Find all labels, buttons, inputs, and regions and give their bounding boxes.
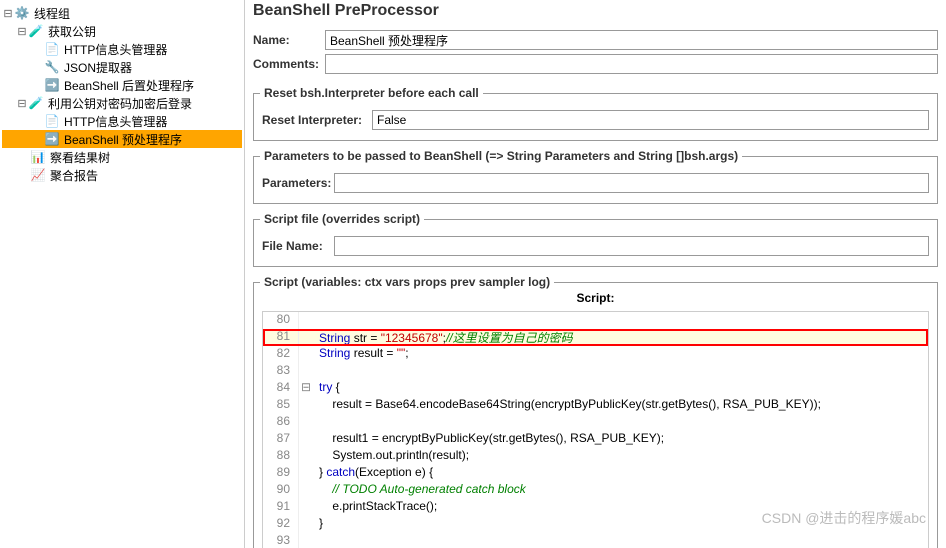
name-label: Name: bbox=[253, 33, 325, 47]
tree-item[interactable]: 📄 HTTP信息头管理器 bbox=[2, 112, 242, 130]
reset-legend: Reset bsh.Interpreter before each call bbox=[260, 86, 483, 100]
results-icon: 📊 bbox=[30, 149, 46, 165]
code-line[interactable]: 88 System.out.println(result); bbox=[263, 448, 928, 465]
processor-icon: ➡️ bbox=[44, 77, 60, 93]
params-input[interactable] bbox=[334, 173, 929, 193]
processor-icon: ➡️ bbox=[44, 131, 60, 147]
code-editor[interactable]: 8081String str = "12345678";//这里设置为自己的密码… bbox=[262, 311, 929, 548]
code-line[interactable]: 92} bbox=[263, 516, 928, 533]
tree-item[interactable]: 📊 察看结果树 bbox=[2, 148, 242, 166]
tree-item[interactable]: 📄 HTTP信息头管理器 bbox=[2, 40, 242, 58]
tree-item[interactable]: ⊟ 🧪 利用公钥对密码加密后登录 bbox=[2, 94, 242, 112]
tree-label: HTTP信息头管理器 bbox=[64, 41, 167, 58]
script-legend: Script (variables: ctx vars props prev s… bbox=[260, 275, 554, 289]
code-line[interactable]: 91 e.printStackTrace(); bbox=[263, 499, 928, 516]
http-icon: 🧪 bbox=[28, 23, 44, 39]
tree-label: BeanShell 预处理程序 bbox=[64, 131, 182, 148]
code-line[interactable]: 82String result = ""; bbox=[263, 346, 928, 363]
tree-label: BeanShell 后置处理程序 bbox=[64, 77, 194, 94]
name-input[interactable] bbox=[325, 30, 938, 50]
config-icon: 📄 bbox=[44, 41, 60, 57]
tree-label: 获取公钥 bbox=[48, 23, 96, 40]
tree-item[interactable]: 📈 聚合报告 bbox=[2, 166, 242, 184]
tree-label: 利用公钥对密码加密后登录 bbox=[48, 95, 192, 112]
form-section: Name: Comments: bbox=[245, 22, 946, 82]
reset-input[interactable] bbox=[372, 110, 929, 130]
code-line[interactable]: 87 result1 = encryptByPublicKey(str.getB… bbox=[263, 431, 928, 448]
params-fieldset: Parameters to be passed to BeanShell (=>… bbox=[253, 149, 938, 204]
toggle-icon[interactable]: ⊟ bbox=[16, 25, 28, 38]
tree-item[interactable]: ➡️ BeanShell 后置处理程序 bbox=[2, 76, 242, 94]
tree-root[interactable]: ⊟ ⚙️ 线程组 bbox=[2, 4, 242, 22]
tree-label: 察看结果树 bbox=[50, 149, 110, 166]
comments-label: Comments: bbox=[253, 57, 325, 71]
scriptfile-legend: Script file (overrides script) bbox=[260, 212, 424, 226]
params-label: Parameters: bbox=[262, 176, 334, 190]
reset-fieldset: Reset bsh.Interpreter before each call R… bbox=[253, 86, 938, 141]
report-icon: 📈 bbox=[30, 167, 46, 183]
tree-label: HTTP信息头管理器 bbox=[64, 113, 167, 130]
code-line[interactable]: 89} catch(Exception e) { bbox=[263, 465, 928, 482]
scriptfile-fieldset: Script file (overrides script) File Name… bbox=[253, 212, 938, 267]
code-line[interactable]: 93 bbox=[263, 533, 928, 548]
page-title: BeanShell PreProcessor bbox=[245, 0, 946, 22]
tree-label: JSON提取器 bbox=[64, 59, 132, 76]
script-label: Script: bbox=[254, 289, 937, 307]
tree-label: 聚合报告 bbox=[50, 167, 98, 184]
script-fieldset: Script (variables: ctx vars props prev s… bbox=[253, 275, 938, 548]
code-line[interactable]: 90 // TODO Auto-generated catch block bbox=[263, 482, 928, 499]
right-panel: BeanShell PreProcessor Name: Comments: R… bbox=[245, 0, 946, 548]
code-line[interactable]: 81String str = "12345678";//这里设置为自己的密码 bbox=[263, 329, 928, 346]
reset-label: Reset Interpreter: bbox=[262, 113, 372, 127]
filename-input[interactable] bbox=[334, 236, 929, 256]
params-legend: Parameters to be passed to BeanShell (=>… bbox=[260, 149, 742, 163]
tree-item-selected[interactable]: ➡️ BeanShell 预处理程序 bbox=[2, 130, 242, 148]
gear-icon: ⚙️ bbox=[14, 5, 30, 21]
tree-label: 线程组 bbox=[34, 5, 70, 22]
config-icon: 📄 bbox=[44, 113, 60, 129]
extractor-icon: 🔧 bbox=[44, 59, 60, 75]
http-icon: 🧪 bbox=[28, 95, 44, 111]
tree-item[interactable]: ⊟ 🧪 获取公钥 bbox=[2, 22, 242, 40]
code-line[interactable]: 84⊟try { bbox=[263, 380, 928, 397]
code-line[interactable]: 86 bbox=[263, 414, 928, 431]
tree-item[interactable]: 🔧 JSON提取器 bbox=[2, 58, 242, 76]
comments-input[interactable] bbox=[325, 54, 938, 74]
code-line[interactable]: 85 result = Base64.encodeBase64String(en… bbox=[263, 397, 928, 414]
code-line[interactable]: 83 bbox=[263, 363, 928, 380]
tree-panel: ⊟ ⚙️ 线程组 ⊟ 🧪 获取公钥 📄 HTTP信息头管理器 🔧 JSON提取器… bbox=[0, 0, 245, 548]
toggle-icon[interactable]: ⊟ bbox=[2, 7, 14, 20]
code-line[interactable]: 80 bbox=[263, 312, 928, 329]
filename-label: File Name: bbox=[262, 239, 334, 253]
toggle-icon[interactable]: ⊟ bbox=[16, 97, 28, 110]
